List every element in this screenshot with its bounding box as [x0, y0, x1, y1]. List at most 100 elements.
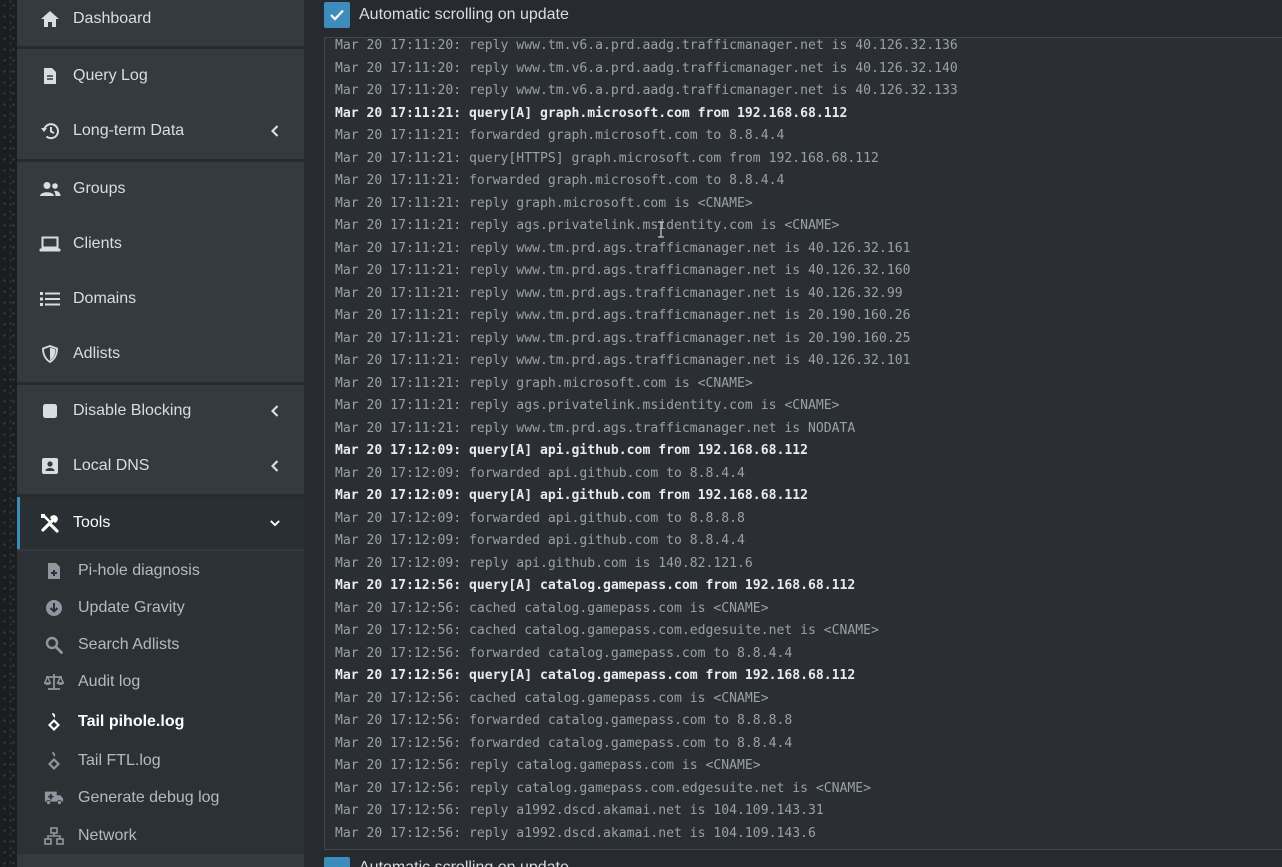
- log-line: Mar 20 17:12:56: reply catalog.gamepass.…: [335, 780, 872, 796]
- log-line: Mar 20 17:11:20: reply www.tm.v6.a.prd.a…: [335, 83, 958, 98]
- tools-submenu: Pi-hole diagnosis Update Gravity Search …: [17, 551, 304, 854]
- stop-icon: [38, 401, 62, 421]
- submenu-item-label: Generate debug log: [78, 788, 220, 806]
- log-line: Mar 20 17:11:21: reply graph.microsoft.c…: [335, 375, 753, 391]
- submenu-item-pihole-diagnosis[interactable]: Pi-hole diagnosis: [17, 552, 304, 589]
- text-cursor-icon: [658, 221, 664, 238]
- sidebar-item-label: Clients: [73, 235, 122, 252]
- file-icon: [38, 66, 62, 86]
- log-line: Mar 20 17:12:56: forwarded catalog.gamep…: [335, 735, 793, 751]
- submenu-item-label: Update Gravity: [78, 598, 185, 616]
- log-line: Mar 20 17:11:21: reply www.tm.prd.ags.tr…: [335, 240, 911, 256]
- address-card-icon: [38, 456, 62, 476]
- log-output[interactable]: Mar 20 17:11:20: reply www.tm.v6.a.prd.a…: [324, 37, 1282, 850]
- log-line: Mar 20 17:11:21: reply www.tm.prd.ags.tr…: [335, 353, 911, 368]
- log-line: Mar 20 17:11:21: reply graph.microsoft.c…: [335, 195, 753, 211]
- balance-scale-icon: [44, 673, 64, 691]
- submenu-item-tail-pihole-log[interactable]: Tail pihole.log: [17, 703, 304, 740]
- pihole-icon: [44, 751, 64, 770]
- sidebar-item-label: Query Log: [73, 67, 148, 84]
- sidebar-item-clients[interactable]: Clients: [17, 218, 304, 270]
- submenu-item-label: Search Adlists: [78, 635, 180, 653]
- submenu-item-update-gravity[interactable]: Update Gravity: [17, 589, 304, 626]
- autoscroll-toggle-bottom[interactable]: Automatic scrolling on update: [324, 857, 569, 867]
- sidebar-item-label: Dashboard: [73, 10, 152, 27]
- log-line: Mar 20 17:12:56: query[A] catalog.gamepa…: [335, 668, 856, 683]
- sidebar: Dashboard Query Log Long-term Data Group…: [17, 0, 304, 867]
- submenu-item-label: Tail FTL.log: [78, 751, 161, 769]
- sidebar-item-label: Groups: [73, 180, 126, 197]
- log-line: Mar 20 17:12:56: cached catalog.gamepass…: [335, 623, 879, 638]
- submenu-item-audit-log[interactable]: Audit log: [17, 663, 304, 700]
- log-line: Mar 20 17:12:09: forwarded api.github.co…: [335, 533, 745, 548]
- log-line: Mar 20 17:11:21: reply ags.privatelink.m…: [335, 218, 840, 233]
- divider: [17, 159, 304, 162]
- sidebar-item-local-dns[interactable]: Local DNS: [17, 440, 304, 492]
- chevron-left-icon: [270, 460, 280, 472]
- log-line: Mar 20 17:12:09: forwarded api.github.co…: [335, 510, 745, 526]
- submenu-item-search-adlists[interactable]: Search Adlists: [17, 626, 304, 663]
- sidebar-item-label: Adlists: [73, 345, 121, 362]
- sidebar-item-label: Long-term Data: [73, 122, 185, 139]
- sidebar-item-dashboard[interactable]: Dashboard: [17, 0, 304, 45]
- log-line: Mar 20 17:11:21: reply www.tm.prd.ags.tr…: [335, 285, 903, 301]
- sidebar-item-tools[interactable]: Tools: [17, 497, 304, 549]
- log-line: Mar 20 17:11:21: forwarded graph.microso…: [335, 173, 785, 188]
- log-line: Mar 20 17:11:21: reply www.tm.prd.ags.tr…: [335, 330, 911, 346]
- autoscroll-checkbox-bottom[interactable]: [324, 857, 350, 867]
- log-line: Mar 20 17:12:56: forwarded catalog.gamep…: [335, 645, 793, 661]
- chevron-left-icon: [270, 405, 280, 417]
- check-icon: [330, 9, 344, 21]
- log-line: Mar 20 17:11:21: query[HTTPS] graph.micr…: [335, 150, 879, 166]
- sidebar-item-disable-blocking[interactable]: Disable Blocking: [17, 385, 304, 437]
- log-line: Mar 20 17:11:21: forwarded graph.microso…: [335, 128, 785, 143]
- sidebar-footer: [17, 854, 304, 867]
- chevron-down-icon: [270, 517, 280, 529]
- list-icon: [38, 289, 62, 309]
- sidebar-item-query-log[interactable]: Query Log: [17, 50, 304, 102]
- pihole-icon: [44, 712, 64, 731]
- content-gutter: [304, 0, 325, 867]
- history-icon: [38, 121, 62, 141]
- sidebar-item-label: Disable Blocking: [73, 402, 192, 419]
- sidebar-item-label: Local DNS: [73, 457, 150, 474]
- home-icon: [38, 9, 62, 29]
- sidebar-item-label: Tools: [73, 514, 111, 531]
- sidebar-item-groups[interactable]: Groups: [17, 163, 304, 215]
- submenu-item-label: Tail pihole.log: [78, 712, 185, 730]
- log-line: Mar 20 17:12:56: reply a1992.dscd.akamai…: [335, 825, 816, 841]
- log-line: Mar 20 17:11:21: reply www.tm.prd.ags.tr…: [335, 420, 856, 436]
- submenu-item-label: Pi-hole diagnosis: [78, 561, 200, 579]
- sidebar-item-adlists[interactable]: Adlists: [17, 328, 304, 380]
- log-line: Mar 20 17:11:21: reply www.tm.prd.ags.tr…: [335, 308, 911, 323]
- file-medical-icon: [44, 562, 64, 580]
- submenu-item-network[interactable]: Network: [17, 817, 304, 854]
- arrow-circle-down-icon: [44, 599, 64, 617]
- log-line: Mar 20 17:12:56: forwarded catalog.gamep…: [335, 713, 793, 728]
- autoscroll-label: Automatic scrolling on update: [359, 6, 569, 23]
- submenu-item-tail-ftl-log[interactable]: Tail FTL.log: [17, 742, 304, 779]
- window-edge: [0, 0, 17, 867]
- log-line: Mar 20 17:11:20: reply www.tm.v6.a.prd.a…: [335, 38, 958, 53]
- autoscroll-label-bottom: Automatic scrolling on update: [359, 859, 569, 867]
- submenu-item-label: Network: [78, 826, 137, 844]
- ambulance-icon: [44, 789, 64, 807]
- search-icon: [44, 636, 64, 654]
- sidebar-item-long-term-data[interactable]: Long-term Data: [17, 105, 304, 157]
- log-line: Mar 20 17:11:21: reply www.tm.prd.ags.tr…: [335, 263, 911, 278]
- log-line: Mar 20 17:12:56: query[A] catalog.gamepa…: [335, 578, 856, 593]
- users-icon: [38, 179, 62, 199]
- log-line: Mar 20 17:12:09: query[A] api.github.com…: [335, 443, 808, 458]
- log-line: Mar 20 17:12:56: reply catalog.gamepass.…: [335, 758, 761, 773]
- divider: [17, 46, 304, 49]
- submenu-item-generate-debug-log[interactable]: Generate debug log: [17, 779, 304, 816]
- submenu-item-label: Audit log: [78, 672, 141, 690]
- sidebar-item-domains[interactable]: Domains: [17, 273, 304, 325]
- autoscroll-toggle[interactable]: Automatic scrolling on update: [324, 0, 1282, 30]
- log-line: Mar 20 17:12:09: query[A] api.github.com…: [335, 488, 808, 503]
- sidebar-item-label: Domains: [73, 290, 137, 307]
- laptop-icon: [38, 234, 62, 254]
- log-line: Mar 20 17:11:21: query[A] graph.microsof…: [335, 105, 848, 121]
- autoscroll-checkbox[interactable]: [324, 2, 350, 28]
- log-line: Mar 20 17:12:56: reply a1992.dscd.akamai…: [335, 803, 824, 818]
